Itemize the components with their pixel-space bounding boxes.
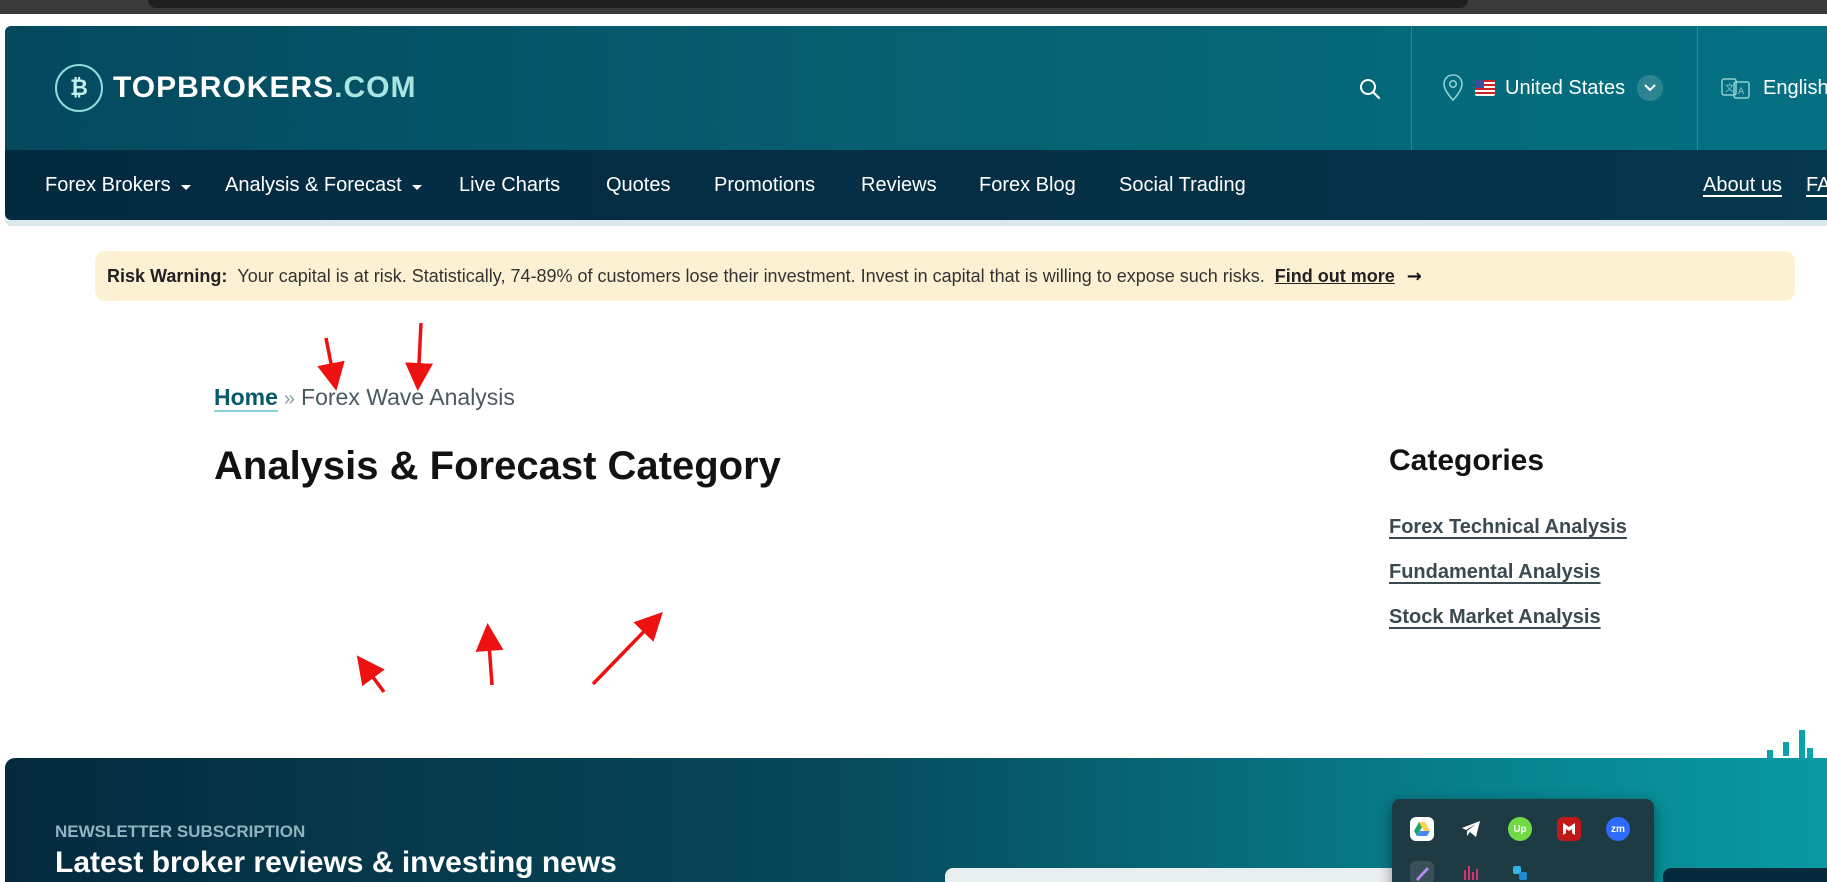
nav-label: Social Trading [1119, 173, 1246, 196]
browser-address-edge [148, 0, 1468, 8]
category-link-fundamental-analysis[interactable]: Fundamental Analysis [1389, 561, 1601, 584]
nav-label: Forex Brokers [45, 173, 171, 196]
audio-icon[interactable] [1459, 861, 1483, 882]
pen-icon[interactable] [1410, 861, 1434, 882]
header-divider [1697, 26, 1698, 150]
annotation-arrow [475, 623, 504, 686]
breadcrumb-current: Forex Wave Analysis [301, 384, 515, 410]
logo-text: TOPBROKERS.COM [113, 71, 416, 105]
site-logo[interactable]: ₿ TOPBROKERS.COM [55, 64, 416, 112]
mcafee-icon[interactable] [1557, 817, 1581, 841]
main-nav: Forex Brokers Analysis & Forecast Live C… [5, 150, 1827, 220]
nav-item-promotions[interactable]: Promotions [714, 150, 815, 220]
breadcrumb-separator: » [283, 388, 296, 410]
bitcoin-logo-icon: ₿ [55, 64, 103, 112]
category-link-stock-market-analysis[interactable]: Stock Market Analysis [1389, 606, 1601, 629]
arrow-right-icon[interactable]: → [1407, 266, 1422, 287]
newsletter-email-input[interactable] [945, 868, 1445, 882]
browser-top-strip [0, 0, 1827, 14]
page: ₿ TOPBROKERS.COM United States 文 A Engli… [0, 0, 1827, 882]
nav-label: Promotions [714, 173, 816, 196]
breadcrumb-home-link[interactable]: Home [214, 384, 278, 411]
risk-warning-message: Your capital is at risk. Statistically, … [237, 265, 1265, 286]
risk-warning-banner: Risk Warning: Your capital is at risk. S… [95, 251, 1795, 301]
language-label: English [1763, 76, 1827, 99]
logo-suffix: .COM [334, 71, 417, 104]
site-header: ₿ TOPBROKERS.COM United States 文 A Engli… [5, 26, 1827, 150]
annotation-arrow [356, 655, 386, 694]
find-out-more-link[interactable]: Find out more [1275, 266, 1395, 287]
nav-item-analysis-forecast[interactable]: Analysis & Forecast [225, 150, 422, 220]
nav-item-reviews[interactable]: Reviews [861, 150, 937, 220]
annotation-arrow [591, 611, 663, 686]
svg-text:A: A [1738, 87, 1745, 97]
upwork-icon[interactable]: Up [1508, 817, 1532, 841]
caret-down-icon [411, 184, 422, 190]
google-drive-icon[interactable] [1410, 817, 1434, 841]
breadcrumb: Home » Forex Wave Analysis [214, 384, 515, 411]
telegram-icon[interactable] [1459, 817, 1483, 841]
search-icon[interactable] [1357, 76, 1383, 102]
language-selector[interactable]: 文 A English [1721, 70, 1827, 106]
page-title: Analysis & Forecast Category [214, 444, 781, 488]
annotation-arrow [405, 322, 434, 391]
us-flag-icon [1475, 80, 1495, 96]
svg-text:文: 文 [1725, 82, 1734, 94]
nav-item-social-trading[interactable]: Social Trading [1119, 150, 1246, 220]
nav-item-live-charts[interactable]: Live Charts [459, 150, 560, 220]
nav-item-quotes[interactable]: Quotes [606, 150, 670, 220]
caret-down-icon [180, 184, 191, 190]
nav-label: Quotes [606, 173, 671, 196]
chevron-down-icon[interactable] [1637, 75, 1664, 101]
annotation-arrow [317, 337, 345, 391]
zoom-icon[interactable]: zm [1606, 817, 1630, 841]
nav-item-forex-brokers[interactable]: Forex Brokers [45, 150, 191, 220]
logo-prefix: TOPBROKERS [113, 71, 335, 104]
app-icon[interactable] [1508, 861, 1532, 882]
nav-label: Live Charts [459, 173, 561, 196]
newsletter-kicker: NEWSLETTER SUBSCRIPTION [55, 822, 306, 841]
upwork-icon-text: Up [1513, 823, 1527, 835]
newsletter-subscribe-button[interactable] [1663, 868, 1827, 882]
zoom-icon-text: zm [1611, 823, 1625, 835]
translate-icon: 文 A [1721, 78, 1750, 99]
system-tray-popup: Up zm [1392, 799, 1654, 882]
nav-label: Forex Blog [979, 173, 1076, 196]
nav-label: Analysis & Forecast [225, 173, 402, 196]
country-label: United States [1505, 76, 1626, 99]
location-pin-icon [1443, 74, 1463, 102]
nav-label: Reviews [861, 173, 937, 196]
country-selector[interactable]: United States [1441, 70, 1664, 106]
risk-warning-label: Risk Warning: [107, 265, 228, 286]
nav-about-us-link[interactable]: About us [1703, 150, 1782, 220]
nav-item-forex-blog[interactable]: Forex Blog [979, 150, 1076, 220]
header-divider [1411, 26, 1412, 150]
category-link-forex-technical-analysis[interactable]: Forex Technical Analysis [1389, 516, 1627, 539]
categories-heading: Categories [1389, 444, 1545, 477]
newsletter-heading: Latest broker reviews & investing news [55, 846, 617, 879]
nav-faq-link[interactable]: FA [1806, 150, 1827, 220]
